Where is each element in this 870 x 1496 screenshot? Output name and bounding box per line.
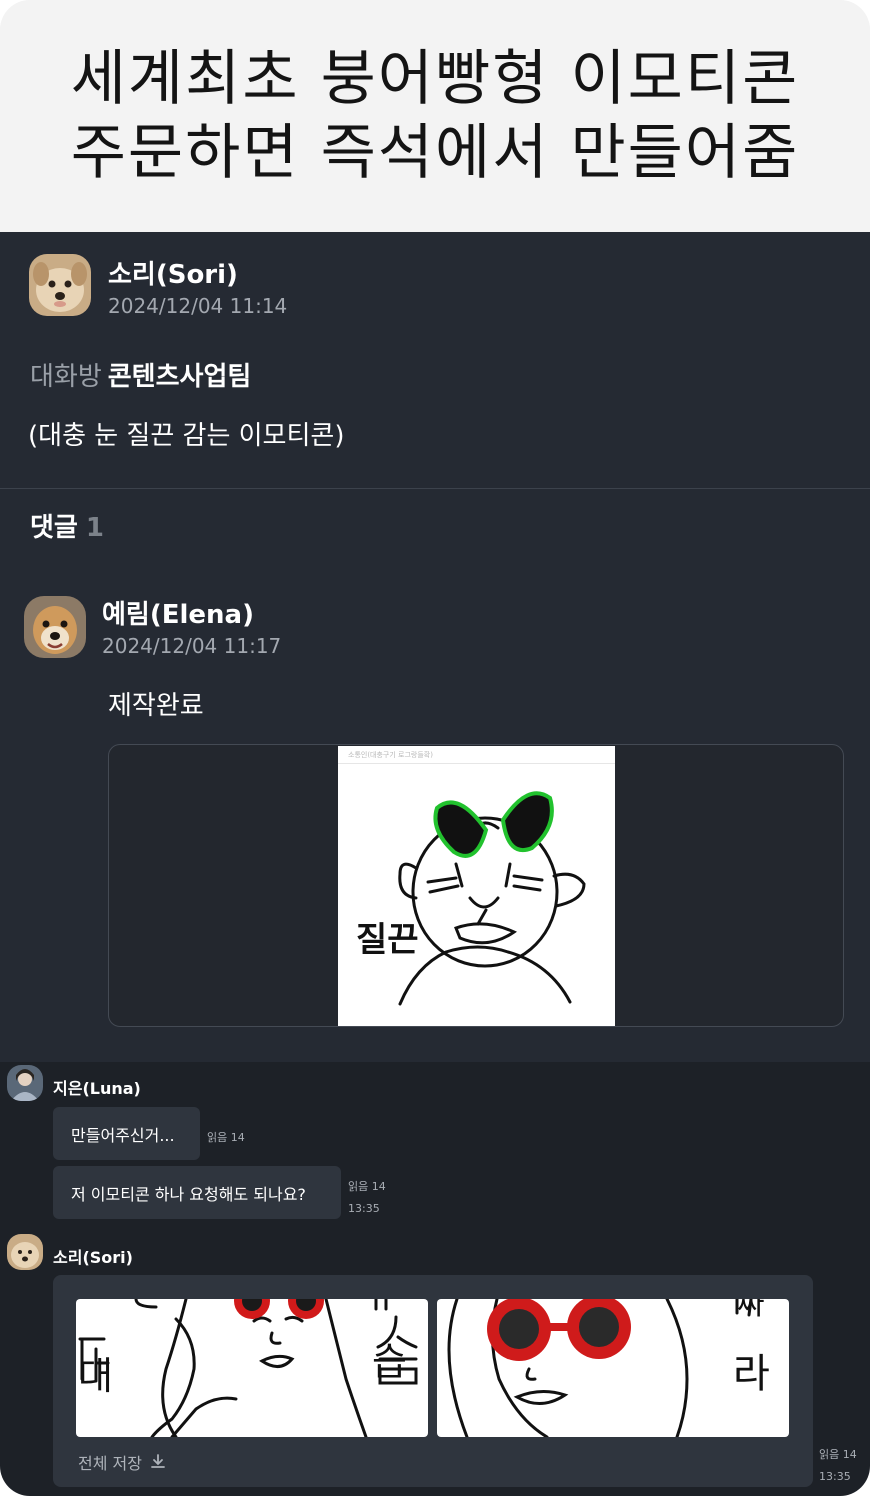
comment-text: 제작완료 <box>108 691 204 721</box>
person-avatar-icon <box>7 1065 43 1101</box>
read-count: 읽음 14 <box>819 1448 857 1461</box>
room-name[interactable]: 콘텐츠사업팀 <box>108 362 252 392</box>
image-message-card: 대 습 라 싸 전체 저장 <box>53 1275 813 1487</box>
read-receipt: 읽음 14 <box>207 1127 245 1149</box>
read-receipt: 읽음 14 13:35 <box>819 1444 857 1488</box>
chat-panel: 지은(Luna) 만들어주신거... 읽음 14 저 이모티콘 하나 요청해도 … <box>0 1062 870 1496</box>
comment-author-avatar[interactable] <box>24 596 86 658</box>
dog-avatar-icon <box>7 1234 43 1270</box>
image-caption: 질끈 <box>356 920 419 960</box>
sticker-char: 습 <box>372 1340 407 1384</box>
emoticon-thumbnail[interactable]: 대 습 <box>76 1299 428 1437</box>
headline-banner: 세계최초 붕어빵형 이모티콘 주문하면 즉석에서 만들어줌 <box>0 0 870 232</box>
read-receipt: 읽음 14 13:35 <box>348 1176 386 1220</box>
bubble-text: 저 이모티콘 하나 요청해도 되나요? <box>71 1184 306 1204</box>
comments-header: 댓글 1 <box>30 507 104 544</box>
dog-avatar-icon <box>29 254 91 316</box>
sticker-char: 싸 <box>737 1299 765 1322</box>
dog-avatar-icon <box>24 596 86 658</box>
post-timestamp: 2024/12/04 11:14 <box>108 294 288 318</box>
squinting-face-drawing <box>398 791 586 1006</box>
sender-name[interactable]: 지은(Luna) <box>53 1075 141 1099</box>
luna-avatar[interactable] <box>7 1065 43 1101</box>
bubble-text: 만들어주신거... <box>71 1125 175 1145</box>
post-body: (대충 눈 질끈 감는 이모티콘) <box>28 421 345 451</box>
sori-avatar[interactable] <box>7 1234 43 1270</box>
post-author-name[interactable]: 소리(Sori) <box>108 254 238 291</box>
room-info: 대화방 콘텐츠사업팀 <box>30 356 251 393</box>
comments-count: 1 <box>85 513 104 543</box>
emoticon-image[interactable]: 소통인(대충구기 로그랑들확) 질끈 <box>338 746 615 1026</box>
comments-label: 댓글 <box>30 513 78 543</box>
sticker-char: 라 <box>733 1351 770 1397</box>
chat-bubble[interactable]: 저 이모티콘 하나 요청해도 되나요? <box>53 1166 341 1219</box>
headline-line-1: 세계최초 붕어빵형 이모티콘 <box>70 44 800 114</box>
post-author-avatar[interactable] <box>29 254 91 316</box>
chat-bubble[interactable]: 만들어주신거... <box>53 1107 200 1160</box>
message-time: 13:35 <box>819 1470 851 1483</box>
sticker-char: 대 <box>78 1354 113 1398</box>
read-count: 읽음 14 <box>207 1131 245 1144</box>
save-all-button[interactable]: 전체 저장 <box>78 1450 166 1474</box>
read-count: 읽음 14 <box>348 1180 386 1193</box>
save-all-label: 전체 저장 <box>78 1454 142 1473</box>
divider <box>0 488 870 489</box>
comment-timestamp: 2024/12/04 11:17 <box>102 634 282 658</box>
emoticon-thumbnail[interactable]: 라 싸 <box>437 1299 789 1437</box>
message-time: 13:35 <box>348 1202 380 1215</box>
download-icon <box>151 1454 165 1468</box>
post-panel: 소리(Sori) 2024/12/04 11:14 대화방 콘텐츠사업팀 (대충 … <box>0 232 870 1062</box>
sender-name[interactable]: 소리(Sori) <box>53 1244 133 1268</box>
room-label: 대화방 <box>30 362 102 392</box>
comment-author-name[interactable]: 예림(Elena) <box>102 594 254 631</box>
comment-image-attachment[interactable]: 소통인(대충구기 로그랑들확) 질끈 <box>108 744 844 1027</box>
headline-line-2: 주문하면 즉석에서 만들어줌 <box>70 118 800 188</box>
screenshot-frame: 세계최초 붕어빵형 이모티콘 주문하면 즉석에서 만들어줌 소리(Sori) 2… <box>0 0 870 1496</box>
